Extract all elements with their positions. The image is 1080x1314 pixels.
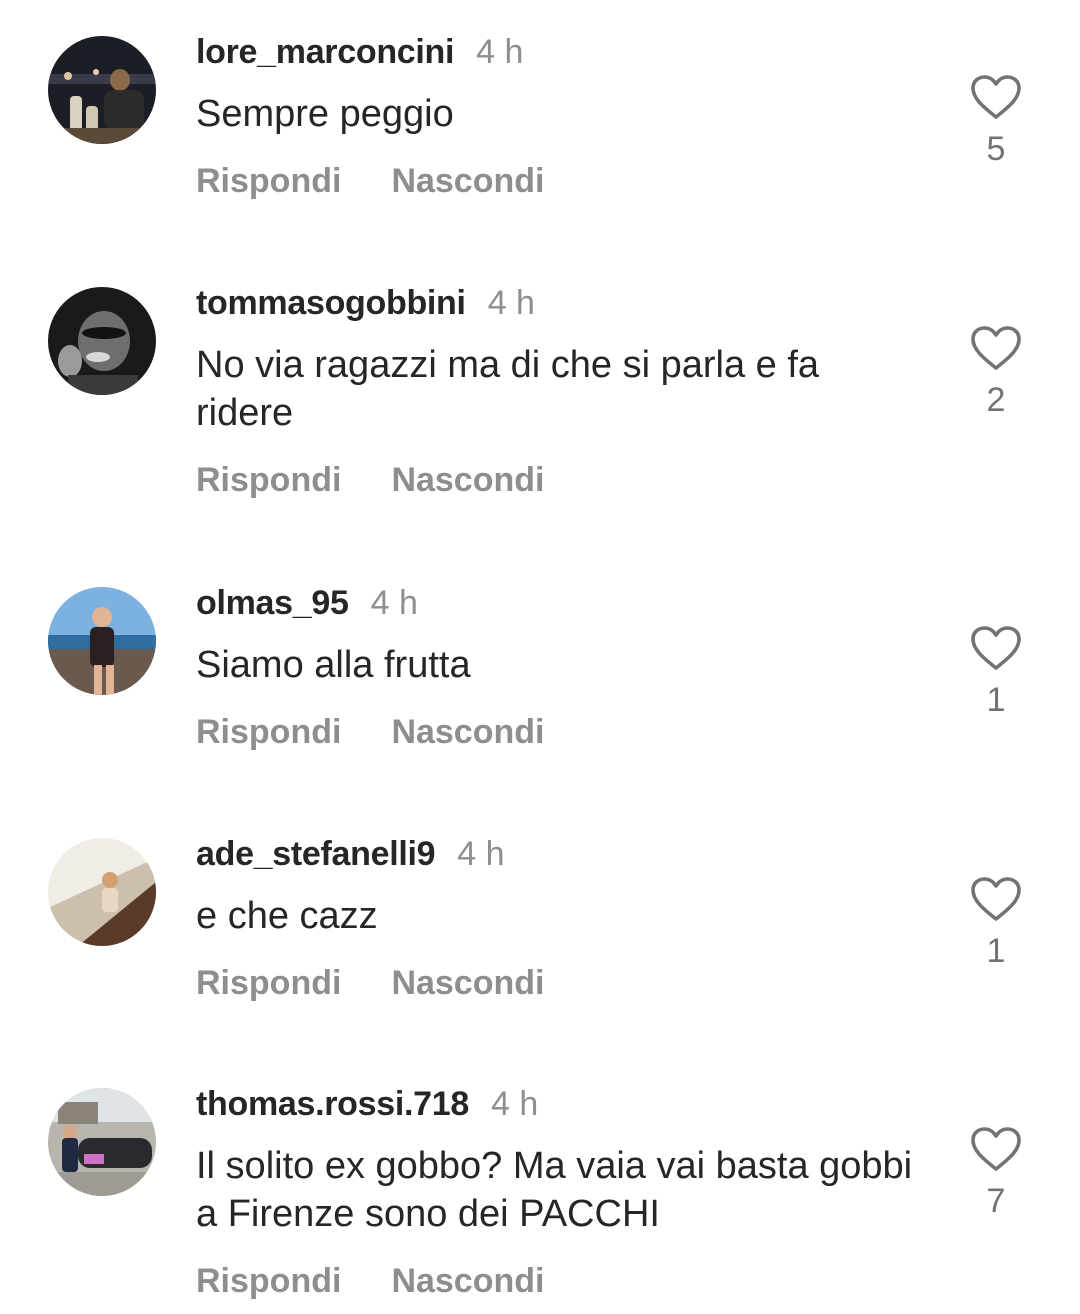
timestamp: 4 h — [457, 834, 505, 873]
comment-header: thomas.rossi.718 4 h — [196, 1084, 538, 1124]
like-block: 5 — [966, 74, 1026, 169]
comment-header: olmas_95 4 h — [196, 583, 418, 623]
like-count: 7 — [986, 1182, 1006, 1220]
heart-icon[interactable] — [970, 625, 1022, 671]
comment-actions: Rispondi Nascondi — [196, 461, 594, 500]
heart-icon[interactable] — [970, 325, 1022, 371]
timestamp: 4 h — [491, 1084, 539, 1123]
avatar[interactable] — [48, 1088, 156, 1196]
like-block: 2 — [966, 325, 1026, 420]
reply-button[interactable]: Rispondi — [196, 713, 341, 752]
username[interactable]: ade_stefanelli9 — [196, 835, 436, 874]
comment-actions: Rispondi Nascondi — [196, 964, 594, 1003]
timestamp: 4 h — [476, 32, 524, 71]
like-count: 1 — [986, 681, 1006, 719]
hide-button[interactable]: Nascondi — [391, 713, 544, 752]
username[interactable]: olmas_95 — [196, 584, 349, 623]
comment-actions: Rispondi Nascondi — [196, 162, 594, 201]
reply-button[interactable]: Rispondi — [196, 1262, 341, 1301]
hide-button[interactable]: Nascondi — [391, 461, 544, 500]
hide-button[interactable]: Nascondi — [391, 1262, 544, 1301]
like-block: 7 — [966, 1126, 1026, 1221]
username[interactable]: lore_marconcini — [196, 33, 454, 72]
avatar[interactable] — [48, 587, 156, 695]
comment-actions: Rispondi Nascondi — [196, 1262, 594, 1301]
hide-button[interactable]: Nascondi — [391, 964, 544, 1003]
reply-button[interactable]: Rispondi — [196, 162, 341, 201]
username[interactable]: tommasogobbini — [196, 284, 466, 323]
like-block: 1 — [966, 625, 1026, 720]
avatar[interactable] — [48, 36, 156, 144]
timestamp: 4 h — [370, 583, 418, 622]
heart-icon[interactable] — [970, 1126, 1022, 1172]
heart-icon[interactable] — [970, 876, 1022, 922]
like-count: 5 — [986, 130, 1006, 168]
like-count: 2 — [986, 381, 1006, 419]
comment-text: No via ragazzi ma di che si parla e fa r… — [196, 344, 820, 434]
heart-icon[interactable] — [970, 74, 1022, 120]
comment-text: Siamo alla frutta — [196, 644, 471, 686]
comment-header: tommasogobbini 4 h — [196, 283, 535, 323]
username[interactable]: thomas.rossi.718 — [196, 1085, 469, 1124]
reply-button[interactable]: Rispondi — [196, 964, 341, 1003]
comment-text: e che cazz — [196, 895, 378, 937]
like-block: 1 — [966, 876, 1026, 971]
comment-text: Il solito ex gobbo? Ma vaia vai basta go… — [196, 1145, 913, 1235]
avatar[interactable] — [48, 287, 156, 395]
like-count: 1 — [986, 932, 1006, 970]
timestamp: 4 h — [487, 283, 535, 322]
hide-button[interactable]: Nascondi — [391, 162, 544, 201]
comment-header: lore_marconcini 4 h — [196, 32, 523, 72]
avatar[interactable] — [48, 838, 156, 946]
comment-header: ade_stefanelli9 4 h — [196, 834, 505, 874]
comment-text: Sempre peggio — [196, 93, 454, 135]
comment-actions: Rispondi Nascondi — [196, 713, 594, 752]
reply-button[interactable]: Rispondi — [196, 461, 341, 500]
